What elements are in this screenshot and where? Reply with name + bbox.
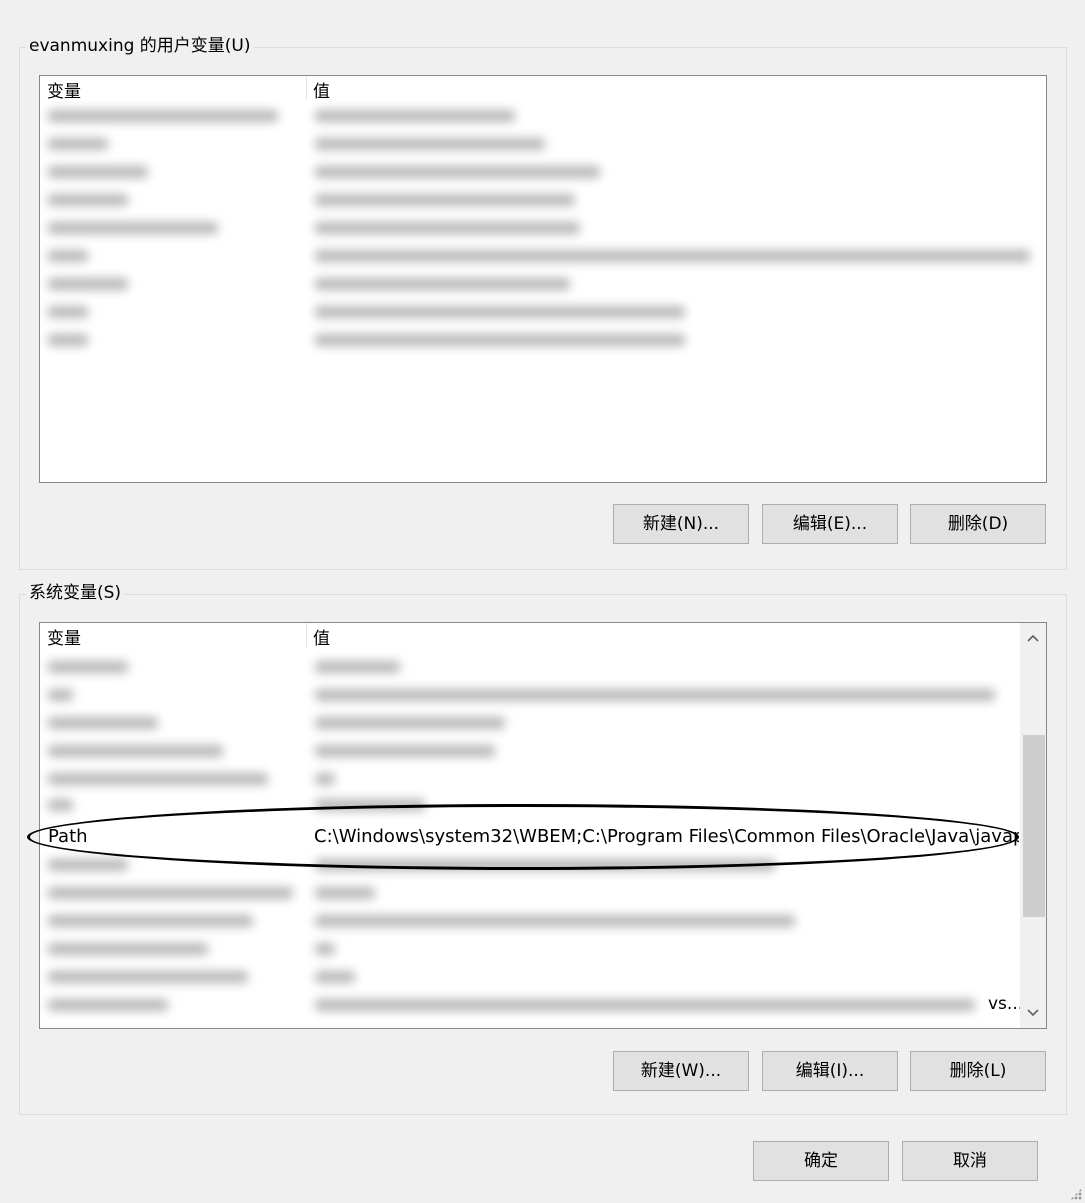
system-variables-group: 系统变量(S) 变量 值 Path C:\Windows\system32\WB… — [19, 582, 1067, 1115]
user-variables-group: evanmuxing 的用户变量(U) 变量 值 新建(N)... 编辑(E).… — [19, 35, 1067, 570]
user-variables-list[interactable]: 变量 值 — [39, 75, 1047, 483]
resize-grip-icon[interactable] — [1070, 1188, 1082, 1200]
user-variables-title: evanmuxing 的用户变量(U) — [26, 35, 254, 57]
system-edit-button[interactable]: 编辑(I)... — [762, 1051, 898, 1091]
truncated-value-tail: vs... — [988, 994, 1024, 1014]
system-new-button[interactable]: 新建(W)... — [613, 1051, 749, 1091]
system-variables-scrollbar[interactable] — [1020, 623, 1046, 1028]
chevron-up-icon[interactable] — [1020, 625, 1046, 651]
user-delete-button[interactable]: 删除(D) — [910, 504, 1046, 544]
column-divider[interactable] — [306, 623, 307, 647]
environment-variables-dialog: evanmuxing 的用户变量(U) 变量 值 新建(N)... 编辑(E).… — [0, 0, 1085, 1203]
path-variable-value: C:\Windows\system32\WBEM;C:\Program File… — [314, 826, 1019, 847]
system-variables-title: 系统变量(S) — [26, 582, 125, 604]
system-delete-button[interactable]: 删除(L) — [910, 1051, 1046, 1091]
column-header-value[interactable]: 值 — [313, 82, 330, 102]
user-edit-button[interactable]: 编辑(E)... — [762, 504, 898, 544]
column-header-variable[interactable]: 变量 — [47, 629, 81, 649]
path-row[interactable]: Path C:\Windows\system32\WBEM;C:\Program… — [40, 823, 1020, 851]
ok-button[interactable]: 确定 — [753, 1141, 889, 1181]
column-header-value[interactable]: 值 — [313, 629, 330, 649]
blurred-system-variable-rows-bottom — [40, 853, 990, 1028]
user-new-button[interactable]: 新建(N)... — [613, 504, 749, 544]
scrollbar-thumb[interactable] — [1023, 735, 1045, 917]
path-variable-name: Path — [48, 826, 88, 847]
chevron-down-icon[interactable] — [1020, 1000, 1046, 1026]
blurred-system-variable-rows-top — [40, 647, 1020, 815]
column-header-variable[interactable]: 变量 — [47, 82, 81, 102]
column-divider[interactable] — [306, 76, 307, 100]
cancel-button[interactable]: 取消 — [902, 1141, 1038, 1181]
system-variables-list[interactable]: 变量 值 Path C:\Windows\system32\WBEM;C:\Pr — [39, 622, 1047, 1029]
blurred-user-variable-rows — [40, 100, 1046, 390]
